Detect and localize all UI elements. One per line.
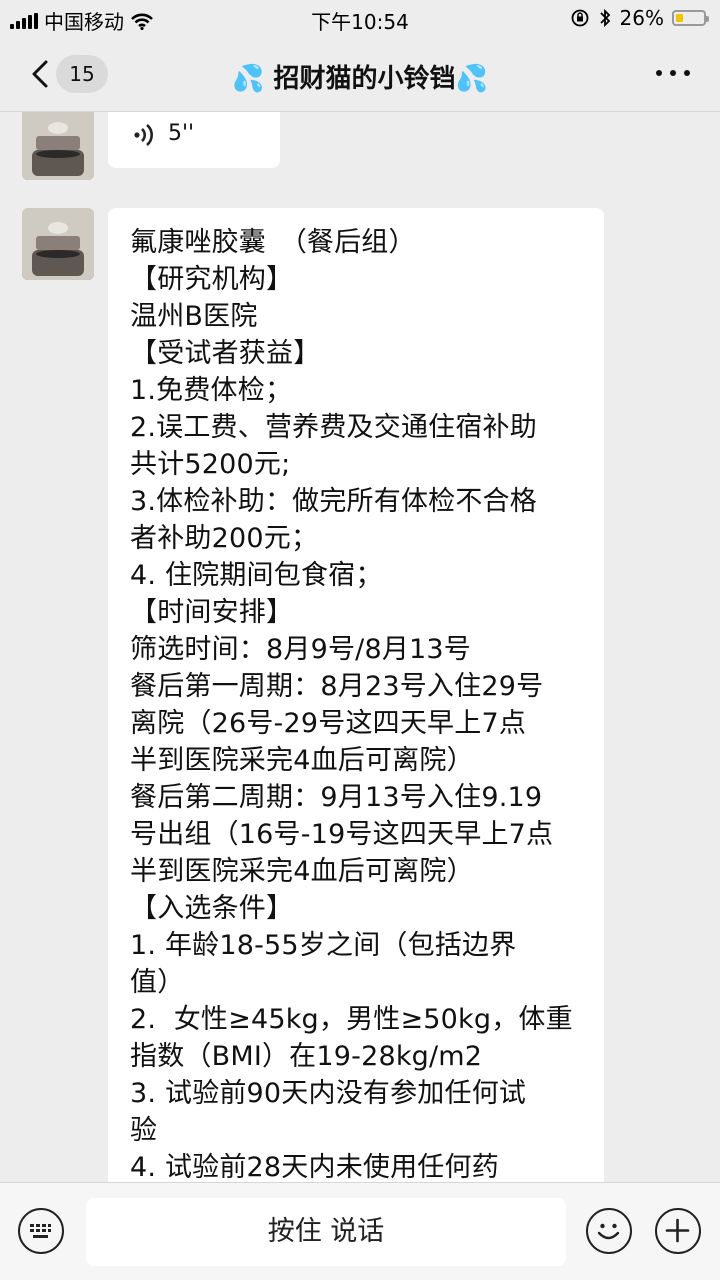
message-line: 【研究机构】 xyxy=(130,264,294,295)
status-right: 26% xyxy=(570,6,709,30)
message-line: 半到医院采完4血后可离院） xyxy=(130,856,474,887)
chat-area[interactable]: 5'' 氟康唑胶囊 （餐后组） 【研究机构】 温州B医院【受试者获益】 1.免费体检；… xyxy=(0,112,720,1182)
fountain-avatar-image xyxy=(22,112,94,180)
message-line: 3.体检补助：做完所有体检不合格 xyxy=(130,486,537,517)
keyboard-icon[interactable] xyxy=(18,1208,64,1254)
message-line: 1.免费体检； xyxy=(130,375,293,406)
message-text: 氟康唑胶囊 （餐后组） 【研究机构】 温州B医院【受试者获益】 1.免费体检； 2.误工… xyxy=(130,224,584,1182)
fountain-avatar-image xyxy=(22,208,94,280)
message-line: 【受试者获益】 xyxy=(130,338,321,369)
message-line: 温州B医院 xyxy=(130,301,258,332)
message-line: 餐后第一周期：8月23号入住29号 xyxy=(130,671,544,702)
message-line: 4. 住院期间包食宿； xyxy=(130,560,383,591)
battery-fill xyxy=(676,14,683,22)
message-line: 号出组（16号-19号这四天早上7点 xyxy=(130,819,554,850)
voice-message-bubble[interactable]: 5'' xyxy=(108,112,280,168)
status-bar: 中国移动 下午10:54 26% xyxy=(0,0,720,36)
voice-wave-icon xyxy=(134,124,153,146)
message-line: 共计5200元; xyxy=(130,449,291,480)
message-line: 餐后第二周期：9月13号入住9.19 xyxy=(130,782,543,813)
battery-icon xyxy=(672,10,709,26)
message-line: 3. 试验前90天内没有参加任何试 xyxy=(130,1078,527,1109)
more-dots-icon[interactable] xyxy=(656,70,690,76)
avatar[interactable] xyxy=(22,208,94,280)
message-line: 值） xyxy=(130,967,185,998)
input-bar: 按住 说话 xyxy=(0,1182,720,1280)
avatar[interactable] xyxy=(22,112,94,180)
chat-title: 💦 招财猫的小铃铛💦 xyxy=(232,64,488,94)
hold-to-talk-button[interactable]: 按住 说话 xyxy=(86,1198,566,1266)
message-line: 4. 试验前28天内未使用任何药 xyxy=(130,1152,499,1182)
emoji-icon[interactable] xyxy=(586,1208,632,1254)
plus-icon[interactable] xyxy=(655,1208,701,1254)
orientation-lock-icon xyxy=(571,9,588,27)
nav-bar: 15 💦 招财猫的小铃铛💦 xyxy=(0,36,720,112)
battery-percent: 26% xyxy=(619,6,664,30)
message-line: 2. 女性≥45kg，男性≥50kg，体重 xyxy=(130,1004,573,1035)
bluetooth-icon xyxy=(599,8,610,28)
message-line: 1. 年龄18-55岁之间（包括边界 xyxy=(130,930,517,961)
message-line: 验 xyxy=(130,1115,158,1146)
message-line: 【时间安排】 xyxy=(130,597,294,628)
message-line: 【入选条件】 xyxy=(130,893,294,924)
message-line: 半到医院采完4血后可离院） xyxy=(130,745,474,776)
text-message-bubble[interactable]: 氟康唑胶囊 （餐后组） 【研究机构】 温州B医院【受试者获益】 1.免费体检； 2.误工… xyxy=(108,208,604,1182)
message-line: 2.误工费、营养费及交通住宿补助 xyxy=(130,412,537,443)
voice-duration: 5'' xyxy=(168,121,195,146)
message-line: 筛选时间：8月9号/8月13号 xyxy=(130,634,471,665)
unread-count-badge[interactable]: 15 xyxy=(56,55,108,93)
message-line: 离院（26号-29号这四天早上7点 xyxy=(130,708,527,739)
message-line: 者补助200元； xyxy=(130,523,319,554)
message-line: 指数（BMI）在19-28kg/m2 xyxy=(130,1041,483,1072)
message-line: 氟康唑胶囊 （餐后组） xyxy=(130,227,416,258)
